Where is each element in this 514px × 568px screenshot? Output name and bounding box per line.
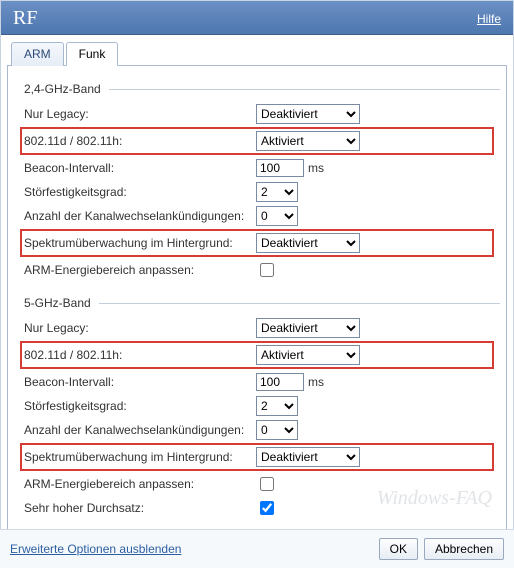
select-24-80211dh[interactable]: Aktiviert — [256, 131, 360, 151]
row-5-arm-energie: ARM-Energiebereich anpassen: — [22, 472, 500, 496]
row-24-beacon: Beacon-Intervall: ms — [22, 156, 500, 180]
band-24ghz: 2,4-GHz-Band Nur Legacy: Deaktiviert 802… — [22, 82, 500, 282]
label-arm-energie: ARM-Energiebereich anpassen: — [24, 263, 256, 277]
row-5-80211dh: 802.11d / 802.11h: Aktiviert — [20, 341, 494, 369]
row-5-beacon: Beacon-Intervall: ms — [22, 370, 500, 394]
unit-ms: ms — [308, 161, 324, 175]
label-stoer: Störfestigkeitsgrad: — [24, 185, 256, 199]
label-kanal: Anzahl der Kanalwechselankündigungen: — [24, 423, 256, 437]
row-5-spektrum: Spektrumüberwachung im Hintergrund: Deak… — [20, 443, 494, 471]
input-24-beacon[interactable] — [256, 159, 304, 177]
label-kanal: Anzahl der Kanalwechselankündigungen: — [24, 209, 256, 223]
label-legacy: Nur Legacy: — [24, 321, 256, 335]
header-bar: RF Hilfe — [1, 1, 513, 35]
select-5-80211dh[interactable]: Aktiviert — [256, 345, 360, 365]
tab-arm[interactable]: ARM — [11, 42, 64, 66]
label-80211dh: 802.11d / 802.11h: — [24, 134, 256, 148]
row-24-arm-energie: ARM-Energiebereich anpassen: — [22, 258, 500, 282]
tab-strip: ARM Funk — [11, 41, 513, 65]
checkbox-5-arm-energie[interactable] — [260, 477, 274, 491]
ok-button[interactable]: OK — [379, 538, 418, 560]
checkbox-24-arm-energie[interactable] — [260, 263, 274, 277]
select-24-kanal[interactable]: 0 — [256, 206, 298, 226]
tab-funk[interactable]: Funk — [66, 42, 119, 66]
select-5-spektrum[interactable]: Deaktiviert — [256, 447, 360, 467]
footer-buttons: OK Abbrechen — [379, 538, 504, 560]
label-beacon: Beacon-Intervall: — [24, 375, 256, 389]
select-5-stoer[interactable]: 2 — [256, 396, 298, 416]
label-80211dh: 802.11d / 802.11h: — [24, 348, 256, 362]
select-24-stoer[interactable]: 2 — [256, 182, 298, 202]
label-spektrum: Spektrumüberwachung im Hintergrund: — [24, 450, 256, 464]
row-24-spektrum: Spektrumüberwachung im Hintergrund: Deak… — [20, 229, 494, 257]
label-legacy: Nur Legacy: — [24, 107, 256, 121]
cancel-button[interactable]: Abbrechen — [424, 538, 504, 560]
help-link[interactable]: Hilfe — [477, 12, 501, 26]
row-24-kanal: Anzahl der Kanalwechselankündigungen: 0 — [22, 204, 500, 228]
select-5-legacy[interactable]: Deaktiviert — [256, 318, 360, 338]
row-5-sehr-hoher: Sehr hoher Durchsatz: — [22, 496, 500, 520]
advanced-options-link[interactable]: Erweiterte Optionen ausblenden — [10, 542, 181, 556]
settings-panel: 2,4-GHz-Band Nur Legacy: Deaktiviert 802… — [7, 65, 507, 543]
band-5ghz-legend: 5-GHz-Band — [22, 296, 99, 310]
row-24-80211dh: 802.11d / 802.11h: Aktiviert — [20, 127, 494, 155]
band-24ghz-legend: 2,4-GHz-Band — [22, 82, 109, 96]
label-stoer: Störfestigkeitsgrad: — [24, 399, 256, 413]
band-5ghz: 5-GHz-Band Nur Legacy: Deaktiviert 802.1… — [22, 296, 500, 520]
label-spektrum: Spektrumüberwachung im Hintergrund: — [24, 236, 256, 250]
footer-bar: Erweiterte Optionen ausblenden OK Abbrec… — [0, 529, 514, 568]
row-5-kanal: Anzahl der Kanalwechselankündigungen: 0 — [22, 418, 500, 442]
select-24-spektrum[interactable]: Deaktiviert — [256, 233, 360, 253]
label-beacon: Beacon-Intervall: — [24, 161, 256, 175]
input-5-beacon[interactable] — [256, 373, 304, 391]
unit-ms: ms — [308, 375, 324, 389]
row-5-stoer: Störfestigkeitsgrad: 2 — [22, 394, 500, 418]
row-5-legacy: Nur Legacy: Deaktiviert — [22, 316, 500, 340]
label-sehr-hoher: Sehr hoher Durchsatz: — [24, 501, 256, 515]
select-24-legacy[interactable]: Deaktiviert — [256, 104, 360, 124]
select-5-kanal[interactable]: 0 — [256, 420, 298, 440]
label-arm-energie: ARM-Energiebereich anpassen: — [24, 477, 256, 491]
row-24-stoer: Störfestigkeitsgrad: 2 — [22, 180, 500, 204]
checkbox-5-sehr-hoher[interactable] — [260, 501, 274, 515]
row-24-legacy: Nur Legacy: Deaktiviert — [22, 102, 500, 126]
page-title: RF — [13, 7, 37, 30]
